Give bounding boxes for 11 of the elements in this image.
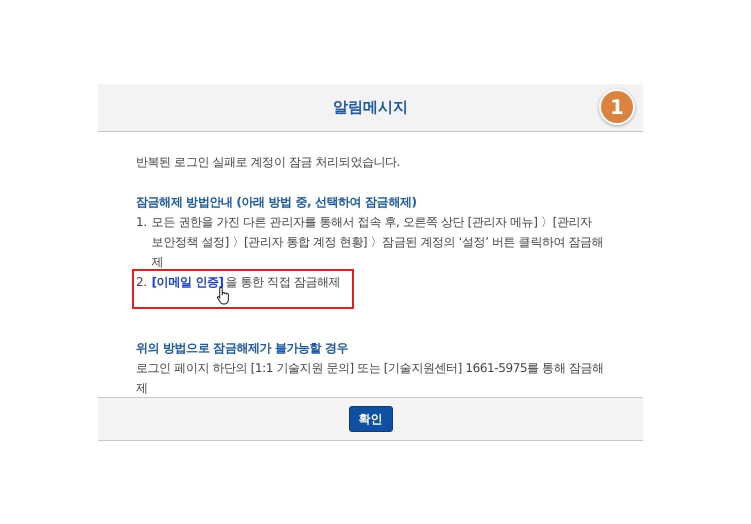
message-text: 반복된 로그인 실패로 계정이 잠금 처리되었습니다.: [136, 154, 402, 171]
step-number: 2.: [136, 274, 147, 291]
step-text: 모든 권한을 가진 다른 관리자를 통해서 접속 후, 오른쪽 상단 [관리자 메뉴] 〉[관리자 보안정책 설정] 〉[관리자 통합 계정 현황] 〉잠금된 계정의 ‘설정’ 버튼 클릭하여 잠금해제: [152, 214, 604, 271]
dialog-title: 알림메시지: [333, 97, 408, 118]
step-text: 을 통한 직접 잠금해제: [226, 274, 340, 291]
section-heading: 위의 방법으로 잠금해제가 불가능할 경우: [136, 340, 350, 357]
section-heading: 잠금해제 방법안내 (아래 방법 중, 선택하여 잠금해제): [136, 194, 418, 211]
help-text: 로그인 페이지 하단의 [1:1 기술지원 문의] 또는 [기술지원센터] 1661-5975를 통해 잠금해제: [136, 360, 605, 397]
confirm-button[interactable]: 확인: [348, 406, 392, 432]
step-badge: 1: [599, 89, 635, 125]
step-number: 1.: [136, 214, 147, 231]
